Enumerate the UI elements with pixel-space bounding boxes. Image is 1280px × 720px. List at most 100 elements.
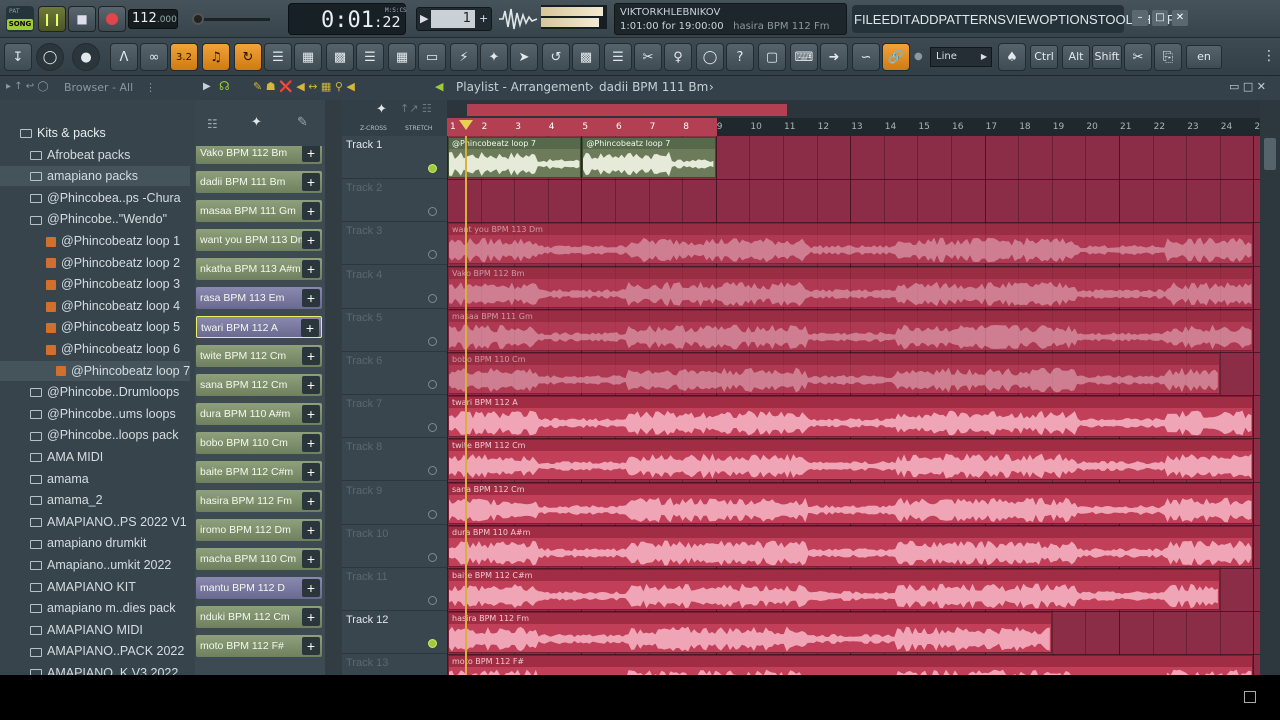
track-header[interactable]: Track 10 <box>342 525 447 568</box>
channel-button[interactable]: baite BPM 112 C#m + <box>196 461 322 483</box>
channel-add-icon[interactable]: + <box>302 405 320 423</box>
playlist-clip[interactable]: twari BPM 112 A <box>448 396 1254 438</box>
channel-button[interactable]: rasa BPM 113 Em + <box>196 287 322 309</box>
stop-button[interactable]: ■ <box>68 6 96 32</box>
close-icon[interactable]: ✕ <box>1172 10 1188 26</box>
browser-item[interactable]: @Phincobeatz loop 3 <box>0 274 190 294</box>
loop-record-icon[interactable]: ↻ <box>234 43 262 71</box>
browser-item[interactable]: @Phincobeatz loop 6 <box>0 339 190 359</box>
pattern-number[interactable]: 1 <box>431 10 475 28</box>
plugin-picker-icon[interactable]: ▦ <box>388 43 416 71</box>
window-icon[interactable]: ▢ <box>758 43 786 71</box>
browser-item[interactable]: @Phincobe..Drumloops <box>0 382 190 402</box>
zcross-label[interactable]: Z-CROSS <box>360 125 387 132</box>
menu-file[interactable]: FILE <box>854 12 881 27</box>
curve-icon[interactable]: ∽ <box>852 43 880 71</box>
browser-item[interactable]: AMAPIANO..K V3 2022 <box>0 663 190 675</box>
alt-key[interactable]: Alt <box>1062 45 1090 69</box>
track-mute-icon[interactable] <box>428 596 437 605</box>
record-button[interactable] <box>98 6 126 32</box>
channel-add-icon[interactable]: + <box>302 146 320 162</box>
waveform-monitor-icon[interactable] <box>498 6 538 32</box>
shift-key[interactable]: Shift <box>1092 45 1122 69</box>
piano-roll-icon[interactable]: ▦ <box>294 43 322 71</box>
time-display[interactable]: 0:01:22 M:S:CS <box>288 3 407 35</box>
browser-item[interactable]: amama <box>0 469 190 489</box>
track-header[interactable]: Track 2 <box>342 179 447 223</box>
channel-button[interactable]: moto BPM 112 F# + <box>196 635 322 657</box>
microphone-icon[interactable]: ♀ <box>664 43 692 71</box>
browser-menu-icon[interactable]: ⋮ <box>145 81 156 94</box>
pattern-selector[interactable]: ▶ 1 + <box>416 7 492 31</box>
minimize-icon[interactable]: – <box>1132 10 1148 26</box>
channel-add-icon[interactable]: + <box>302 521 320 539</box>
browser-item[interactable]: AMAPIANO..PACK 2022 <box>0 641 190 661</box>
browser-item[interactable]: amapiano drumkit <box>0 533 190 553</box>
channel-add-icon[interactable]: + <box>302 202 320 220</box>
playlist-clip[interactable]: moto BPM 112 F# <box>448 655 1254 675</box>
browser-item[interactable]: amapiano packs <box>0 166 190 187</box>
channel-add-icon[interactable]: + <box>302 347 320 365</box>
notification-icon[interactable] <box>1244 691 1256 703</box>
pick-icon[interactable]: ➤ <box>510 43 538 71</box>
track-mute-icon[interactable] <box>428 380 437 389</box>
playhead-marker-icon[interactable] <box>459 120 473 130</box>
save-icon[interactable]: ▩ <box>572 43 600 71</box>
track-header[interactable]: Track 3 <box>342 222 447 266</box>
channel-add-icon[interactable]: + <box>302 608 320 626</box>
track-header[interactable]: Track 13 <box>342 654 447 675</box>
menu-add[interactable]: ADD <box>911 12 938 27</box>
master-volume-knob-icon[interactable]: ● <box>72 43 100 71</box>
channel-button[interactable]: hasira BPM 112 Fm + <box>196 490 322 512</box>
track-header[interactable]: Track 12 <box>342 611 447 655</box>
browser-item[interactable]: AMA MIDI <box>0 447 190 467</box>
mixer-icon[interactable]: ☰ <box>356 43 384 71</box>
master-pitch-slider[interactable] <box>192 12 276 26</box>
tempo-tag-button[interactable]: 3.2 <box>170 43 198 71</box>
arrow-right-icon[interactable]: ➜ <box>820 43 848 71</box>
browser-item[interactable]: @Phincobeatz loop 4 <box>0 296 190 316</box>
stretch-label[interactable]: STRETCH <box>405 125 432 132</box>
track-header[interactable]: Track 11 <box>342 568 447 611</box>
headphone-icon[interactable]: ☊ <box>219 79 230 93</box>
menu-view[interactable]: VIEW <box>1006 12 1039 27</box>
track-header[interactable]: Track 4 <box>342 266 447 309</box>
maximize-icon[interactable]: □ <box>1152 10 1168 26</box>
playlist-clip[interactable]: masaa BPM 111 Gm <box>448 309 1254 351</box>
channel-button[interactable]: mantu BPM 112 D + <box>196 577 322 599</box>
chat-icon[interactable]: ◯ <box>696 43 724 71</box>
track-header[interactable]: Track 8 <box>342 438 447 482</box>
metronome-icon[interactable]: Λ <box>110 43 138 71</box>
channel-add-icon[interactable]: + <box>302 231 320 249</box>
channel-button[interactable]: twite BPM 112 Cm + <box>196 345 322 367</box>
channel-button[interactable]: nkatha BPM 113 A#m + <box>196 258 322 280</box>
link-icon[interactable]: 🔗 <box>882 43 910 71</box>
track-mute-icon[interactable] <box>428 466 437 476</box>
pat-song-toggle[interactable]: PAT SONG <box>6 6 34 32</box>
help-icon[interactable]: ? <box>726 43 754 71</box>
channel-button[interactable]: masaa BPM 111 Gm + <box>196 200 322 222</box>
playlist-clip[interactable]: dura BPM 110 A#m <box>448 525 1254 567</box>
track-mute-icon[interactable] <box>428 293 437 303</box>
typing-keyboard-icon[interactable]: ♠ <box>998 43 1026 71</box>
channel-add-icon[interactable]: + <box>302 463 320 481</box>
prev-pattern-icon[interactable]: ▶ <box>420 12 428 25</box>
channel-button[interactable]: iromo BPM 112 Dm + <box>196 519 322 541</box>
menu-edit[interactable]: EDIT <box>881 12 911 27</box>
timeline-ruler[interactable]: 1 2 3 4 5 6 7 8 9 10 11 12 13 14 15 16 17 18 19 20 21 22 23 24… <box>447 100 1260 136</box>
playlist-pattern-name[interactable]: dadii BPM 111 Bm <box>599 80 708 94</box>
channel-button[interactable]: nduki BPM 112 Cm + <box>196 606 322 628</box>
channel-button[interactable]: dura BPM 110 A#m + <box>196 403 322 425</box>
add-pattern-icon[interactable]: + <box>479 12 488 25</box>
more-options-icon[interactable]: ⋮ <box>1262 48 1276 64</box>
menu-options[interactable]: OPTIONS <box>1039 12 1098 27</box>
track-mute-icon[interactable] <box>428 552 437 562</box>
browser-item[interactable]: @Phincobeatz loop 7 <box>0 360 190 381</box>
channel-button[interactable]: macha BPM 110 Cm + <box>196 548 322 570</box>
browser-item[interactable]: Amapiano..umkit 2022 <box>0 555 190 575</box>
scroll-thumb[interactable] <box>1264 138 1276 170</box>
playlist-icon[interactable]: ☰ <box>264 43 292 71</box>
playlist-clip[interactable]: @Phincobeatz loop 7 <box>448 137 582 178</box>
track-mute-icon[interactable] <box>428 509 437 519</box>
channel-add-icon[interactable]: + <box>302 637 320 655</box>
